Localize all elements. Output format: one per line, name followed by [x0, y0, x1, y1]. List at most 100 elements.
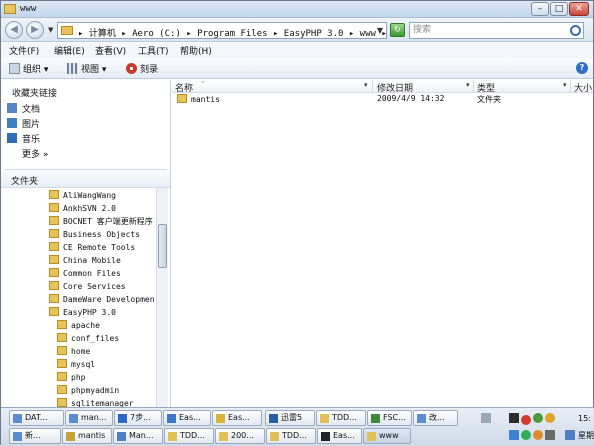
forward-button[interactable]: ▶ — [26, 21, 44, 39]
tree-item[interactable]: Common Files — [49, 268, 121, 278]
tree-item[interactable]: Business Objects — [49, 229, 140, 239]
address-bar[interactable]: ▸ 计算机 ▸ Aero (C:) ▸ Program Files ▸ Easy… — [57, 22, 387, 39]
volume-icon[interactable] — [509, 430, 519, 440]
file-row[interactable]: mantis 2009/4/9 14:32 文件夹 — [172, 94, 593, 106]
task-button[interactable]: 7步... — [114, 410, 162, 426]
views-button[interactable]: 视图 ▾ — [67, 62, 106, 75]
chevron-down-icon[interactable]: ▼ — [377, 26, 383, 35]
tree-item[interactable]: CE Remote Tools — [49, 242, 135, 252]
network-icon[interactable] — [509, 413, 519, 423]
menu-help[interactable]: 帮助(H) — [180, 44, 212, 57]
folders-header[interactable]: 文件夹 ⌄ — [1, 170, 170, 188]
chevron-down-icon[interactable]: ⌄ — [11, 172, 164, 182]
organize-button[interactable]: 组织 ▾ — [9, 62, 48, 75]
chevron-down-icon[interactable]: ▼ — [48, 26, 53, 34]
file-type: 文件夹 — [477, 95, 501, 104]
task-button[interactable]: Man... — [113, 428, 163, 444]
tree-item[interactable]: AnkhSVN 2.0 — [49, 203, 116, 213]
task-button[interactable]: man... — [65, 410, 113, 426]
file-name: mantis — [177, 94, 220, 104]
task-button[interactable]: Eas... — [212, 410, 262, 426]
tree-item[interactable]: conf_files — [57, 333, 119, 343]
tree-item[interactable]: sqlitemanager — [57, 398, 134, 407]
folder-icon — [57, 320, 67, 329]
task-label: FSC... — [383, 413, 406, 422]
menu-edit[interactable]: 编辑(E) — [54, 44, 85, 57]
column-name[interactable]: 名称 — [175, 81, 193, 94]
maximize-button[interactable]: □ — [550, 2, 568, 16]
task-button[interactable]: FSC... — [367, 410, 412, 426]
clock-time[interactable]: 15: — [578, 414, 591, 423]
column-divider[interactable] — [570, 80, 571, 93]
folder-icon — [49, 216, 59, 225]
help-icon[interactable]: ? — [576, 62, 588, 74]
tree-item[interactable]: mysql — [57, 359, 95, 369]
tree-item[interactable]: Core Services — [49, 281, 126, 291]
menu-view[interactable]: 查看(V) — [95, 44, 126, 57]
input-method-icon[interactable] — [545, 430, 555, 440]
status-icon[interactable] — [533, 413, 543, 423]
chevron-down-icon[interactable]: ▾ — [466, 81, 470, 89]
scrollbar-thumb[interactable] — [158, 224, 167, 268]
tree-item[interactable]: EasyPHP 3.0 — [49, 307, 116, 317]
app-icon — [417, 414, 426, 423]
task-button[interactable]: DAT... — [9, 410, 64, 426]
column-date[interactable]: 修改日期 — [377, 81, 413, 94]
column-divider[interactable] — [372, 80, 373, 93]
back-button[interactable]: ◀ — [5, 21, 23, 39]
tree-scrollbar[interactable] — [156, 188, 168, 407]
menu-file[interactable]: 文件(F) — [9, 44, 39, 57]
task-button[interactable]: 200... — [215, 428, 265, 444]
task-button[interactable]: 新... — [9, 428, 61, 444]
folder-icon — [49, 242, 59, 251]
messenger-icon[interactable] — [521, 430, 531, 440]
taskbar: DAT... man... 7步... Eas... Eas... 迅雷5 TD… — [1, 407, 594, 446]
tree-item[interactable]: AliWangWang — [49, 190, 116, 200]
task-button[interactable]: Eas... — [163, 410, 211, 426]
disc-icon — [126, 63, 137, 74]
task-button[interactable]: TDD... — [266, 428, 316, 444]
show-desktop-icon[interactable] — [481, 413, 491, 423]
burn-button[interactable]: 刻录 — [126, 62, 158, 75]
task-button[interactable]: TDD... — [316, 410, 366, 426]
task-button[interactable]: Eas... — [317, 428, 362, 444]
tree-item[interactable]: DameWare Development — [49, 294, 155, 304]
favorite-documents[interactable]: 文档 — [7, 102, 40, 115]
refresh-button[interactable]: ↻ — [390, 23, 405, 37]
chevron-down-icon[interactable]: ▾ — [563, 81, 567, 89]
favorite-more[interactable]: 更多 » — [22, 147, 48, 160]
folder-icon — [49, 255, 59, 264]
minimize-button[interactable]: – — [531, 2, 549, 16]
app-tray-icon[interactable] — [533, 430, 543, 440]
tree-item[interactable]: phpmyadmin — [57, 385, 119, 395]
alert-icon[interactable] — [521, 415, 531, 425]
tree-item[interactable]: php — [57, 372, 85, 382]
tree-item[interactable]: apache — [57, 320, 100, 330]
task-button-active[interactable]: www — [363, 428, 411, 444]
task-button[interactable]: 改... — [413, 410, 458, 426]
update-icon[interactable] — [545, 413, 555, 423]
column-divider[interactable] — [473, 80, 474, 93]
favorite-pictures[interactable]: 图片 — [7, 117, 40, 130]
menu-tools[interactable]: 工具(T) — [138, 44, 169, 57]
task-button[interactable]: TDD... — [164, 428, 214, 444]
task-button[interactable]: 迅雷5 — [265, 410, 315, 426]
tree-item[interactable]: home — [57, 346, 90, 356]
calendar-icon[interactable] — [565, 430, 575, 440]
app-icon — [13, 414, 22, 423]
app-icon — [367, 432, 376, 441]
title-bar[interactable]: www – □ ✕ — [1, 1, 593, 18]
tree-item[interactable]: BOCNET 客户端更新程序 — [49, 216, 153, 227]
chevron-down-icon[interactable]: ▾ — [364, 81, 368, 89]
task-button[interactable]: mantis — [62, 428, 112, 444]
column-type[interactable]: 类型 — [477, 81, 495, 94]
search-icon[interactable] — [570, 25, 581, 36]
column-size[interactable]: 大小 — [574, 81, 592, 94]
close-button[interactable]: ✕ — [569, 2, 589, 16]
file-name-label: mantis — [191, 95, 220, 104]
breadcrumb[interactable]: ▸ 计算机 ▸ Aero (C:) ▸ Program Files ▸ Easy… — [78, 26, 387, 39]
favorite-music[interactable]: 音乐 — [7, 132, 40, 145]
clock-day[interactable]: 星期 — [578, 430, 594, 441]
tree-item[interactable]: China Mobile — [49, 255, 121, 265]
search-input[interactable]: 搜索 — [409, 22, 584, 39]
